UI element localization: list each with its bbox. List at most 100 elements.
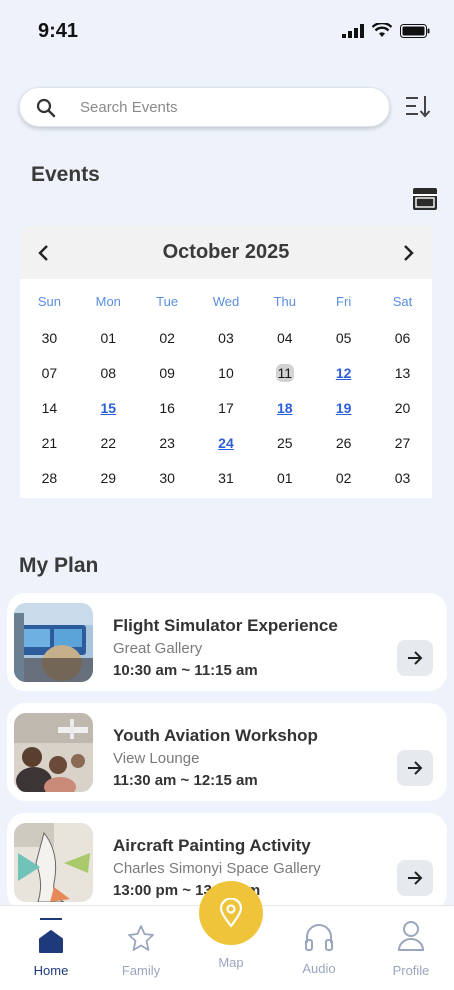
calendar-day-number: 22 xyxy=(100,435,117,451)
tab-home[interactable]: Home xyxy=(11,906,91,990)
plan-card-flight-simulator[interactable]: Flight Simulator Experience Great Galler… xyxy=(7,593,447,691)
calendar-day[interactable]: 26 xyxy=(314,433,373,453)
open-plan-button[interactable] xyxy=(397,860,433,896)
tab-family[interactable]: Family xyxy=(101,906,181,990)
calendar-day[interactable]: 24 xyxy=(197,433,256,453)
calendar-day[interactable]: 09 xyxy=(138,363,197,383)
sort-button[interactable] xyxy=(404,93,432,121)
weekday-label: Thu xyxy=(273,294,296,309)
plan-time: 11:30 am ~ 12:15 am xyxy=(113,772,258,789)
home-icon xyxy=(39,930,63,953)
calendar-day-number: 09 xyxy=(159,365,175,381)
calendar-day[interactable]: 01 xyxy=(255,468,314,488)
calendar-day[interactable]: 02 xyxy=(314,468,373,488)
calendar-day-number: 05 xyxy=(335,330,352,346)
calendar-day[interactable]: 06 xyxy=(373,328,432,348)
calendar-day[interactable]: 22 xyxy=(79,433,138,453)
calendar-day-number: 28 xyxy=(41,470,58,486)
plan-location: Great Gallery xyxy=(113,640,203,657)
calendar-day[interactable]: 10 xyxy=(197,363,256,383)
plan-title: Aircraft Painting Activity xyxy=(113,836,311,855)
calendar-day[interactable]: 17 xyxy=(197,398,256,418)
calendar-day-number: 27 xyxy=(394,435,411,451)
calendar-day[interactable]: 30 xyxy=(20,328,79,348)
calendar-day-number: 15 xyxy=(100,400,117,416)
tab-label: Family xyxy=(121,963,161,978)
calendar-day[interactable]: 08 xyxy=(79,363,138,383)
plan-location: Charles Simonyi Space Gallery xyxy=(113,860,321,877)
calendar-day[interactable]: 12 xyxy=(314,363,373,383)
calendar-day-number: 03 xyxy=(218,330,234,346)
calendar: October 2025 Sun Mon Tue Wed Thu Fri Sat… xyxy=(20,226,432,498)
star-icon xyxy=(128,925,154,951)
calendar-day[interactable]: 01 xyxy=(79,328,138,348)
tab-profile[interactable]: Profile xyxy=(371,906,451,990)
calendar-day[interactable]: 05 xyxy=(314,328,373,348)
calendar-day[interactable]: 23 xyxy=(138,433,197,453)
calendar-day[interactable]: 20 xyxy=(373,398,432,418)
calendar-day-number: 01 xyxy=(100,330,117,346)
next-month-icon[interactable] xyxy=(398,243,418,263)
calendar-day[interactable]: 27 xyxy=(373,433,432,453)
wifi-icon xyxy=(372,23,392,37)
calendar-day-number: 01 xyxy=(277,470,293,486)
calendar-day[interactable]: 04 xyxy=(255,328,314,348)
calendar-day-number: 11 xyxy=(275,364,294,382)
calendar-day-number: 26 xyxy=(335,435,352,451)
tab-audio[interactable]: Audio xyxy=(279,906,359,990)
open-plan-button[interactable] xyxy=(397,750,433,786)
calendar-day-number: 21 xyxy=(41,435,58,451)
weekday-label: Mon xyxy=(95,294,121,309)
event-thumbnail xyxy=(14,823,93,902)
battery-icon xyxy=(400,23,430,38)
calendar-day[interactable]: 14 xyxy=(20,398,79,418)
calendar-day-number: 02 xyxy=(159,330,175,346)
event-thumbnail xyxy=(14,603,93,682)
calendar-day-number: 07 xyxy=(41,365,58,381)
calendar-day[interactable]: 31 xyxy=(197,468,256,488)
plan-card-youth-workshop[interactable]: Youth Aviation Workshop View Lounge 11:3… xyxy=(7,703,447,801)
calendar-day[interactable]: 21 xyxy=(20,433,79,453)
weekday-label: Wed xyxy=(212,294,240,309)
calendar-month-label: October 2025 xyxy=(162,241,290,263)
status-bar: 9:41 xyxy=(0,0,454,62)
signal-icon xyxy=(342,23,364,38)
calendar-day-number: 06 xyxy=(394,330,411,346)
calendar-view-icon[interactable] xyxy=(412,186,438,212)
calendar-day[interactable]: 30 xyxy=(138,468,197,488)
search-icon xyxy=(36,98,56,118)
calendar-day[interactable]: 25 xyxy=(255,433,314,453)
calendar-day-number: 30 xyxy=(159,470,175,486)
map-button[interactable] xyxy=(199,881,263,945)
calendar-day[interactable]: 13 xyxy=(373,363,432,383)
calendar-day-number: 31 xyxy=(218,470,234,486)
calendar-day[interactable]: 03 xyxy=(197,328,256,348)
calendar-day[interactable]: 02 xyxy=(138,328,197,348)
calendar-day[interactable]: 07 xyxy=(20,363,79,383)
calendar-week-row: 30 01 02 03 04 05 06 xyxy=(20,328,432,348)
plan-location: View Lounge xyxy=(113,750,200,767)
search-box[interactable] xyxy=(19,87,390,127)
profile-icon xyxy=(397,921,425,951)
events-title: Events xyxy=(31,163,100,186)
calendar-day-number: 23 xyxy=(159,435,175,451)
tab-map-label[interactable]: Map xyxy=(199,955,263,970)
calendar-day[interactable]: 16 xyxy=(138,398,197,418)
search-input[interactable] xyxy=(80,88,370,126)
open-plan-button[interactable] xyxy=(397,640,433,676)
calendar-day[interactable]: 19 xyxy=(314,398,373,418)
calendar-day[interactable]: 11 xyxy=(255,363,314,383)
calendar-day[interactable]: 15 xyxy=(79,398,138,418)
calendar-day-number: 25 xyxy=(277,435,293,451)
calendar-day-number: 17 xyxy=(218,400,234,416)
calendar-day[interactable]: 29 xyxy=(79,468,138,488)
calendar-day-number: 14 xyxy=(41,400,58,416)
calendar-day-number: 04 xyxy=(277,330,293,346)
calendar-day[interactable]: 03 xyxy=(373,468,432,488)
event-thumbnail xyxy=(14,713,93,792)
calendar-day-number: 10 xyxy=(218,365,234,381)
arrow-right-icon xyxy=(408,761,423,775)
plan-time: 10:30 am ~ 11:15 am xyxy=(113,662,258,679)
calendar-day[interactable]: 18 xyxy=(255,398,314,418)
calendar-day[interactable]: 28 xyxy=(20,468,79,488)
